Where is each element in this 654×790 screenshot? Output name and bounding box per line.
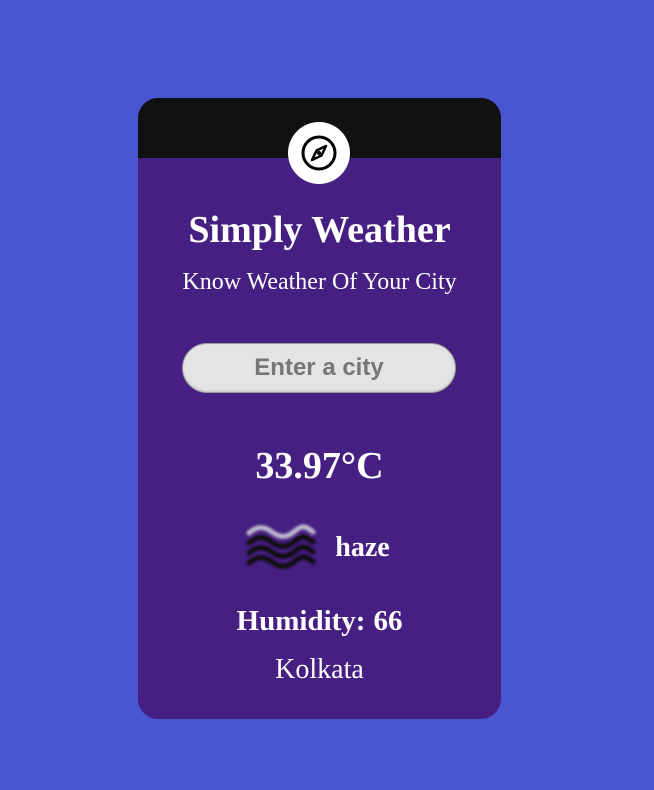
app-title: Simply Weather (188, 209, 451, 251)
city-name: Kolkata (275, 654, 364, 685)
page-background: Simply Weather Know Weather Of Your City… (0, 0, 654, 790)
compass-icon (301, 135, 337, 171)
compass-badge (288, 122, 350, 184)
weather-condition-label: haze (335, 532, 390, 563)
temperature-readout: 33.97°C (255, 445, 384, 487)
haze-icon (246, 524, 316, 569)
city-search-input[interactable] (182, 343, 456, 393)
humidity-label: Humidity: (236, 605, 366, 637)
humidity-readout: Humidity: 66 (138, 603, 501, 639)
humidity-value: 66 (373, 605, 403, 637)
weather-card: Simply Weather Know Weather Of Your City… (138, 98, 501, 719)
weather-condition-row: haze (138, 518, 501, 578)
app-subtitle: Know Weather Of Your City (182, 269, 457, 295)
